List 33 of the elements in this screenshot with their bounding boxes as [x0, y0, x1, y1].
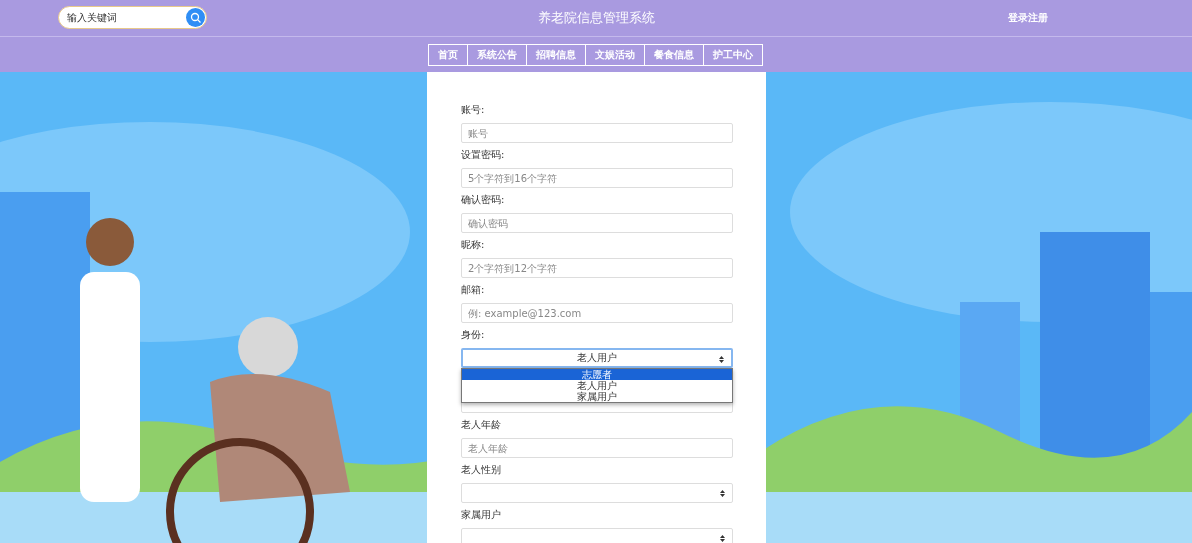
input-field[interactable]: 确认密码: [461, 213, 733, 233]
select-field[interactable]: [461, 528, 733, 543]
dropdown-option[interactable]: 家属用户: [462, 391, 732, 402]
field-label: 昵称:: [461, 238, 486, 252]
field-label: 设置密码:: [461, 148, 506, 162]
nav-item[interactable]: 招聘信息: [526, 43, 586, 66]
login-link[interactable]: 登录注册: [1008, 11, 1048, 25]
sort-arrows-icon: [720, 535, 725, 542]
nav-item[interactable]: 首页: [428, 43, 468, 66]
site-title: 养老院信息管理系统: [537, 9, 655, 27]
search-field[interactable]: 输入关键词: [58, 6, 207, 29]
nav-item[interactable]: 文娱活动: [585, 43, 645, 66]
nav-item[interactable]: 餐食信息: [644, 43, 704, 66]
field-label: 身份:: [461, 328, 486, 342]
input-field[interactable]: 2个字符到12个字符: [461, 258, 733, 278]
sort-arrows-icon: [720, 490, 725, 497]
input-field[interactable]: 账号: [461, 123, 733, 143]
input-field[interactable]: 5个字符到16个字符: [461, 168, 733, 188]
field-label: 账号:: [461, 103, 486, 117]
input-field[interactable]: 例: example@123.com: [461, 303, 733, 323]
field-label: 老人性别: [461, 463, 502, 477]
field-label: 老人年龄: [461, 418, 502, 432]
select-field[interactable]: [461, 483, 733, 503]
field-label: 家属用户: [461, 508, 502, 522]
sort-arrows-icon: [719, 356, 724, 363]
dropdown-option[interactable]: 志愿者: [462, 369, 732, 380]
field-label: 确认密码:: [461, 193, 506, 207]
nav-item[interactable]: 系统公告: [467, 43, 527, 66]
dropdown-option[interactable]: 老人用户: [462, 380, 732, 391]
input-field[interactable]: 老人年龄: [461, 438, 733, 458]
field-label: 邮箱:: [461, 283, 486, 297]
nav-item[interactable]: 护工中心: [703, 43, 763, 66]
select-field[interactable]: 老人用户: [461, 348, 733, 368]
